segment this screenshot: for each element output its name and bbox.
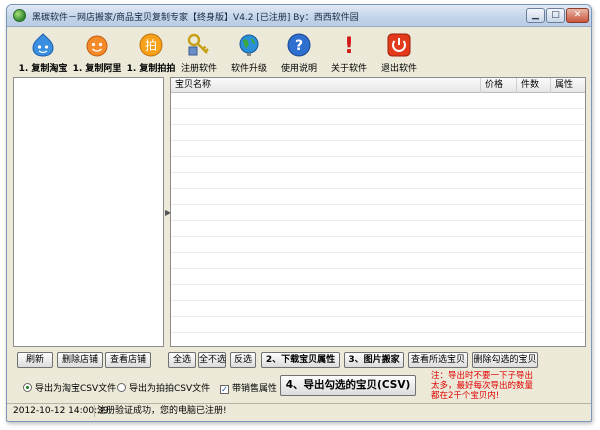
copy-alibaba-button[interactable]: 1. 复制阿里 <box>69 32 125 74</box>
grid-header: 宝贝名称 价格 件数 属性 <box>171 78 585 93</box>
copy-paipai-button[interactable]: 拍 1. 复制拍拍 <box>123 32 179 74</box>
export-paipai-label: 导出为拍拍CSV文件 <box>129 384 211 394</box>
help-glyph: ? <box>295 38 303 54</box>
power-icon <box>387 33 411 57</box>
status-bar: 2012-10-12 14:00:39 注册验证成功，您的电脑已注册! <box>7 403 591 417</box>
copy-taobao-label: 1. 复制淘宝 <box>18 64 68 74</box>
radio-dot-selected <box>23 383 32 392</box>
key-icon <box>187 33 209 56</box>
column-header-quantity[interactable]: 件数 <box>517 78 551 93</box>
taobao-face-icon <box>32 33 54 57</box>
checkbox-check-icon: ✓ <box>220 385 229 394</box>
grid-body <box>171 93 585 346</box>
export-csv-button[interactable]: 4、导出勾选的宝贝(CSV) <box>280 375 416 396</box>
close-button[interactable]: ✕ <box>566 8 589 23</box>
column-header-name[interactable]: 宝贝名称 <box>171 78 481 93</box>
upgrade-button[interactable]: 软件升级 <box>225 32 273 74</box>
refresh-button[interactable]: 刷新 <box>17 352 53 368</box>
note-line: 都在2千个宝贝内! <box>431 391 500 401</box>
sales-attributes-checkbox[interactable]: ✓ 带销售属性 <box>220 381 277 394</box>
export-note: 注：导出时不要一下子导出 太多，最好每次导出的数量 都在2千个宝贝内! <box>431 371 581 401</box>
title-bar[interactable]: 黑碳软件－网店搬家/商品宝贝复制专家【终身版】V4.2 [已注册] By：西西软… <box>7 5 591 27</box>
app-icon <box>13 9 26 22</box>
register-button[interactable]: 注册软件 <box>175 32 223 74</box>
invert-selection-button[interactable]: 反选 <box>230 352 256 368</box>
status-time: 2012-10-12 14:00:39 <box>13 405 109 417</box>
alert-glyph: ! <box>344 34 354 58</box>
image-move-button[interactable]: 3、图片搬家 <box>344 352 404 368</box>
column-header-price[interactable]: 价格 <box>481 78 517 93</box>
note-line: 太多，最好每次导出的数量 <box>431 381 534 391</box>
toolbar: 1. 复制淘宝 1. 复制阿里 拍 1. 复制拍拍 注册软件 软件升级 ? 使用… <box>7 27 591 77</box>
export-taobao-label: 导出为淘宝CSV文件 <box>35 384 117 394</box>
alert-icon: ! <box>344 34 354 58</box>
about-button[interactable]: ! 关于软件 <box>325 32 373 74</box>
copy-paipai-label: 1. 复制拍拍 <box>126 64 176 74</box>
splitter-grip-icon[interactable]: ▶ <box>165 205 171 221</box>
select-all-button[interactable]: 全选 <box>168 352 196 368</box>
select-none-button[interactable]: 全不选 <box>198 352 226 368</box>
export-paipai-radio[interactable]: 导出为拍拍CSV文件 <box>117 381 211 394</box>
copy-alibaba-label: 1. 复制阿里 <box>72 64 122 74</box>
about-label: 关于软件 <box>330 64 367 74</box>
maximize-button[interactable]: □ <box>546 8 565 23</box>
window-title: 黑碳软件－网店搬家/商品宝贝复制专家【终身版】V4.2 [已注册] By：西西软… <box>32 13 359 23</box>
status-message: 注册验证成功，您的电脑已注册! <box>97 406 227 416</box>
sales-attributes-label: 带销售属性 <box>232 384 278 394</box>
help-button[interactable]: ? 使用说明 <box>275 32 323 74</box>
exit-label: 退出软件 <box>380 64 417 74</box>
paipai-glyph: 拍 <box>145 38 157 53</box>
copy-taobao-button[interactable]: 1. 复制淘宝 <box>15 32 71 74</box>
main-window: 黑碳软件－网店搬家/商品宝贝复制专家【终身版】V4.2 [已注册] By：西西软… <box>6 4 592 422</box>
alibaba-face-icon <box>86 35 108 57</box>
radio-dot <box>117 383 126 392</box>
column-header-attributes[interactable]: 属性 <box>551 78 585 93</box>
shop-list-panel[interactable] <box>13 77 164 347</box>
export-taobao-radio[interactable]: 导出为淘宝CSV文件 <box>23 381 117 394</box>
register-label: 注册软件 <box>180 64 217 74</box>
view-shop-button[interactable]: 查看店铺 <box>105 352 151 368</box>
help-icon: ? <box>287 33 311 57</box>
product-grid[interactable]: 宝贝名称 价格 件数 属性 <box>170 77 586 347</box>
minimize-button[interactable]: ▁ <box>526 8 545 23</box>
globe-icon <box>239 34 259 56</box>
help-label: 使用说明 <box>280 64 317 74</box>
delete-checked-button[interactable]: 删除勾选的宝贝 <box>472 352 538 368</box>
upgrade-label: 软件升级 <box>230 64 267 74</box>
note-line: 注：导出时不要一下子导出 <box>431 371 534 381</box>
download-attributes-button[interactable]: 2、下载宝贝属性 <box>261 352 340 368</box>
exit-button[interactable]: 退出软件 <box>375 32 423 74</box>
paipai-icon: 拍 <box>139 33 163 57</box>
delete-shop-button[interactable]: 删除店铺 <box>57 352 103 368</box>
view-selected-button[interactable]: 查看所选宝贝 <box>408 352 468 368</box>
